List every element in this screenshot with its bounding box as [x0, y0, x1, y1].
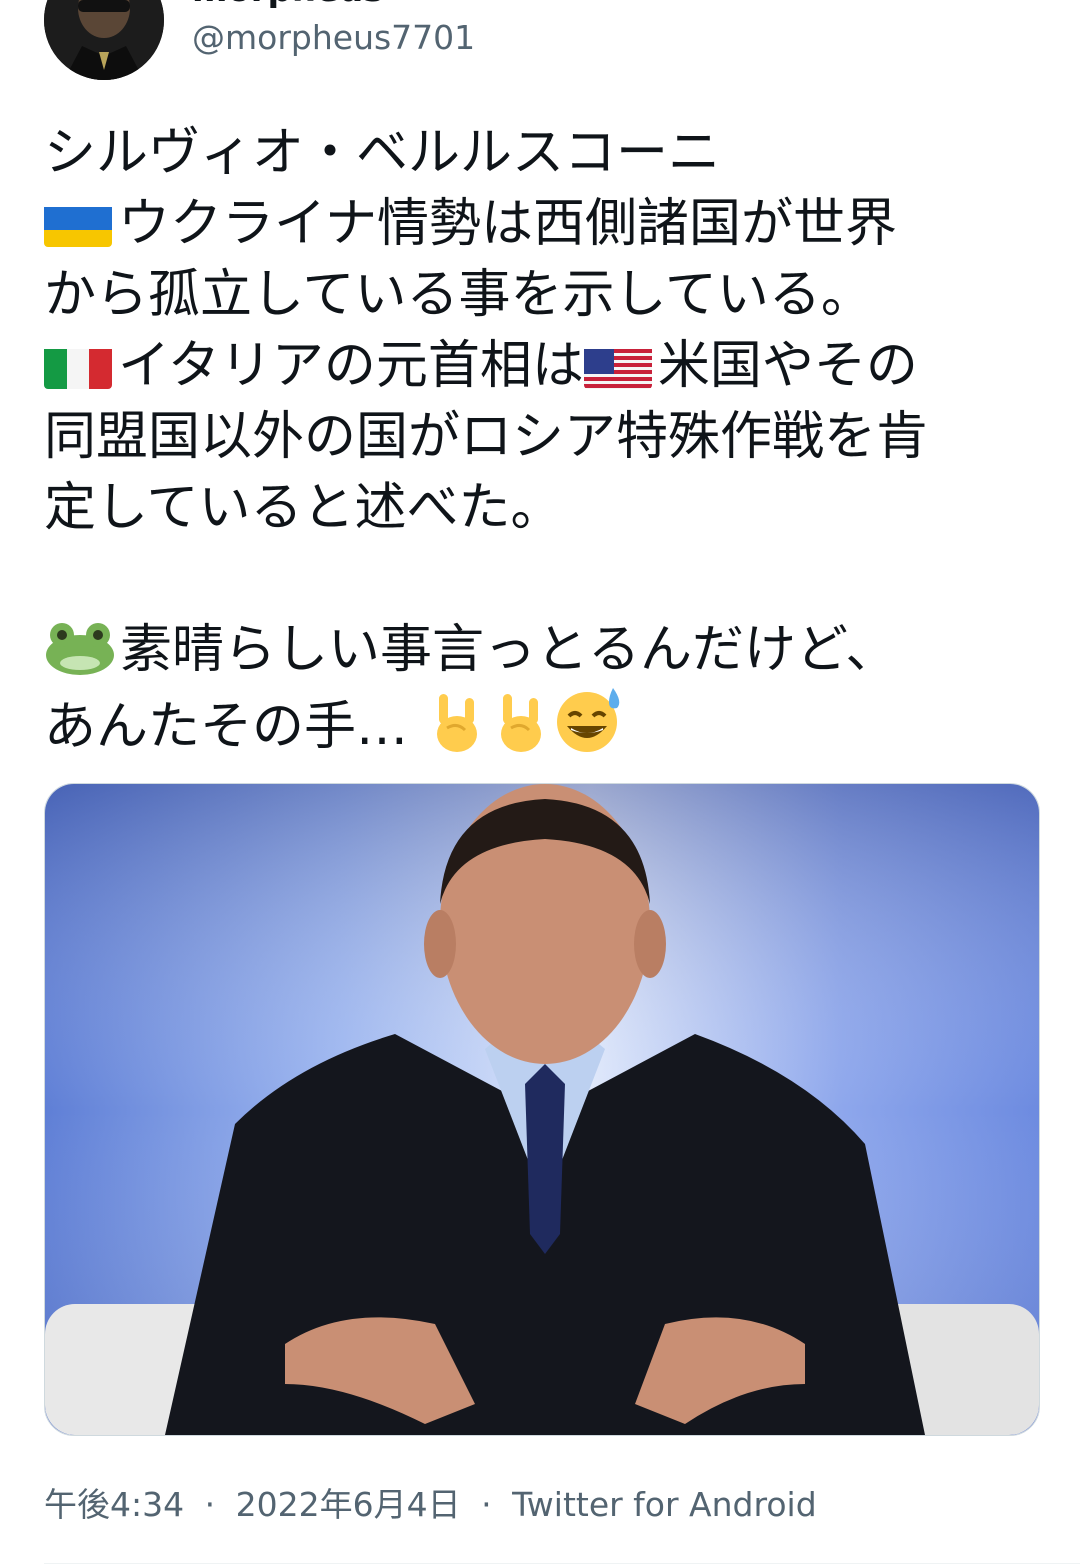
display-name[interactable]: morpheus ❤❤ [192, 0, 452, 10]
text-line: 素晴らしい事言っとるんだけど、 [44, 615, 1044, 686]
tweet-header: morpheus ❤❤ @morpheus7701 [44, 0, 1044, 80]
sign-of-horns-icon [489, 690, 549, 773]
heart-icon: ❤ [395, 0, 424, 10]
avatar[interactable] [44, 0, 164, 80]
usa-flag-icon [583, 343, 652, 389]
frog-face-icon [44, 621, 116, 696]
grinning-sweat-face-icon [553, 686, 625, 773]
divider [44, 1563, 1080, 1564]
tweet-photo[interactable] [44, 783, 1040, 1436]
orange-heart-icon: ❤ [424, 0, 453, 10]
meta-separator: · [204, 1485, 216, 1524]
text-line: イタリアの元首相は 米国やその [44, 331, 1044, 402]
tweet-text: シルヴィオ・ベルルスコーニ ウクライナ情勢は西側諸国が世界 から孤立している事を… [44, 118, 1044, 757]
tweet-date[interactable]: 2022年6月4日 [236, 1485, 461, 1524]
text-line: あんたその手… [44, 686, 1044, 757]
text-line: 定していると述べた。 [44, 478, 563, 538]
tweet-meta: 午後4:34 · 2022年6月4日 · Twitter for Android [44, 1478, 817, 1526]
text-line: から孤立している事を示している。 [44, 265, 873, 325]
user-handle[interactable]: @morpheus7701 [192, 18, 475, 57]
meta-separator: · [481, 1485, 492, 1524]
avatar-image [44, 0, 164, 80]
tweet-time[interactable]: 午後4:34 [44, 1485, 184, 1524]
text-line: ウクライナ情勢は西側諸国が世界 [44, 189, 1044, 260]
text-line: シルヴィオ・ベルルスコーニ [44, 123, 721, 183]
ukraine-flag-icon [44, 201, 112, 247]
text-line: 同盟国以外の国がロシア特殊作戦を肯 [44, 407, 929, 467]
sign-of-horns-icon [425, 690, 485, 773]
italy-flag-icon [44, 343, 112, 389]
tweet-source[interactable]: Twitter for Android [512, 1485, 817, 1524]
photo-image [45, 784, 1039, 1435]
